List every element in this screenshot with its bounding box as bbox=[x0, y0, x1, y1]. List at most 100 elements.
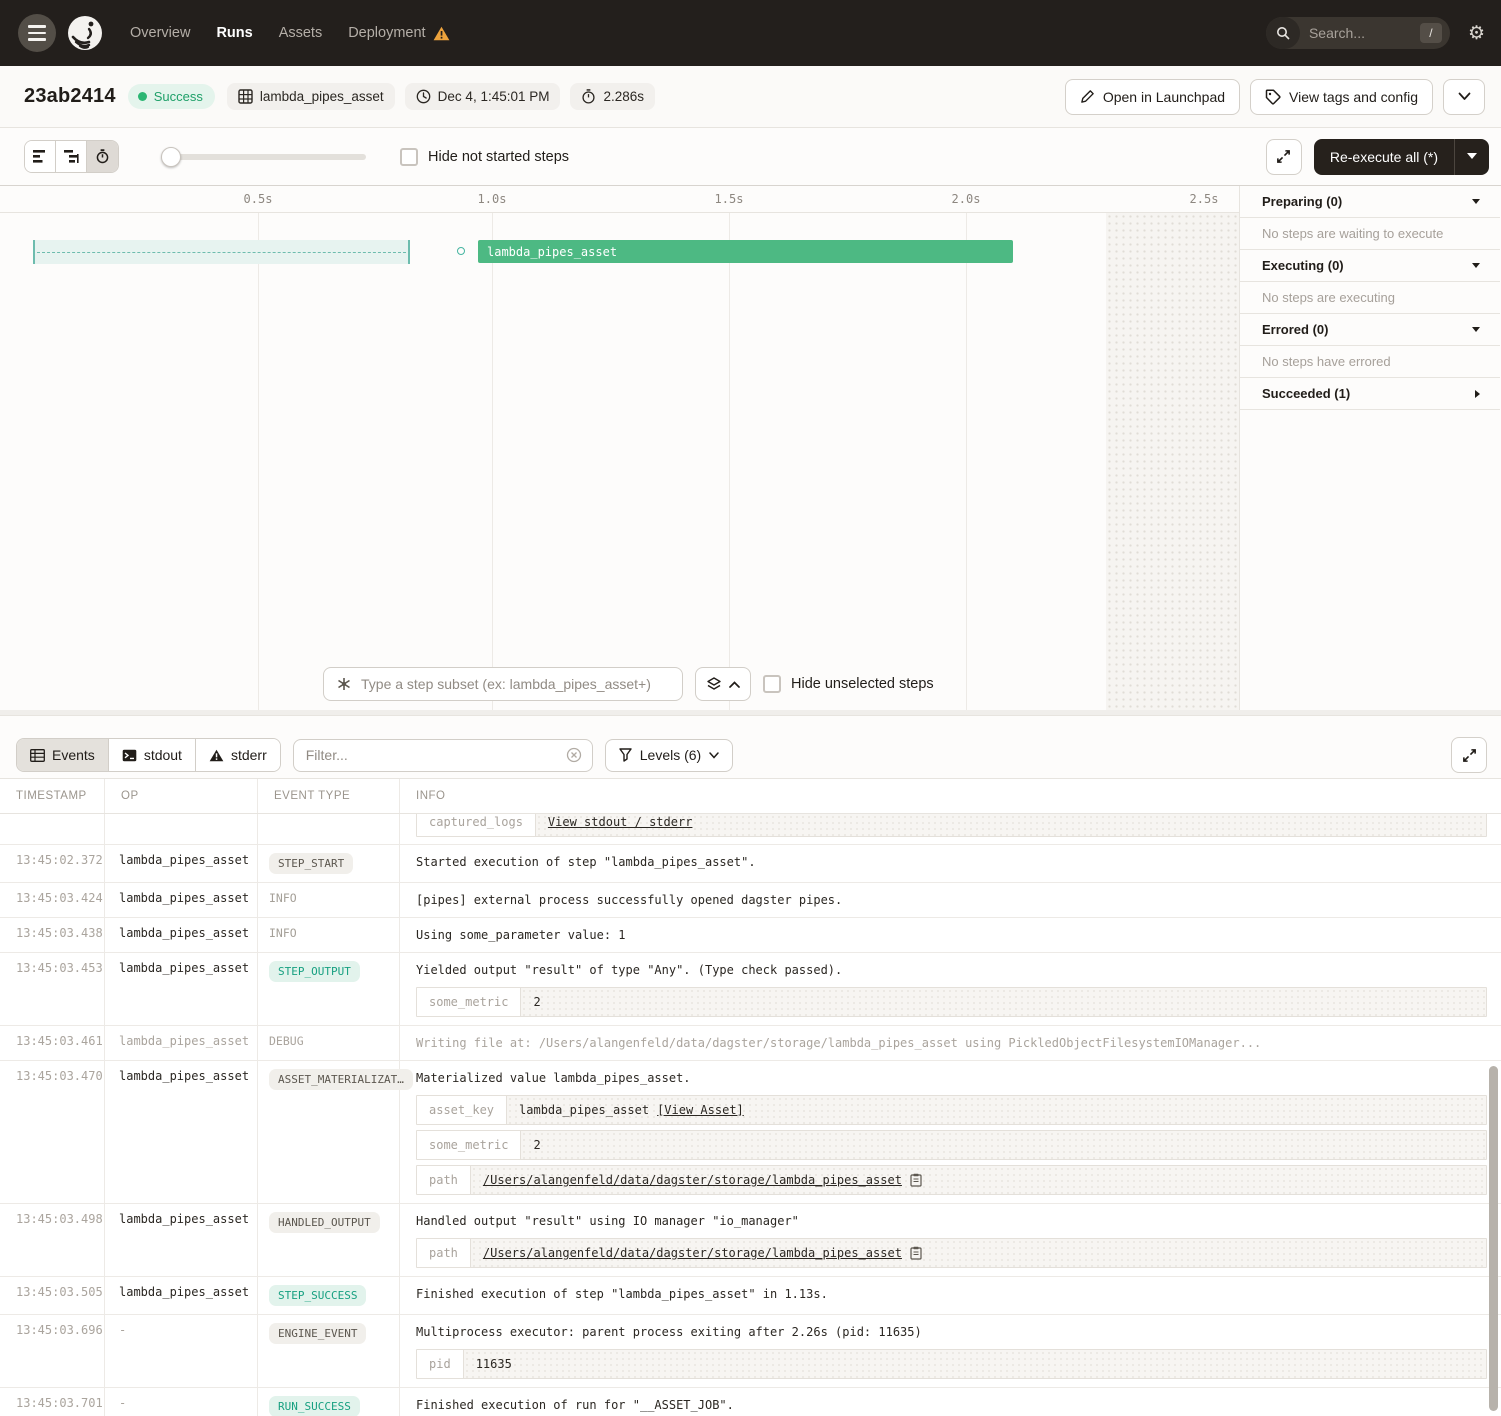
axis-tick-label: 1.5s bbox=[715, 192, 744, 206]
view-asset-link[interactable]: [View Asset] bbox=[657, 1101, 744, 1119]
log-row[interactable]: 13:45:03.461lambda_pipes_assetDEBUGWriti… bbox=[0, 1026, 1501, 1061]
sidebar-section-succeeded[interactable]: Succeeded (1) bbox=[1240, 378, 1500, 410]
log-info: Using some_parameter value: 1 bbox=[400, 918, 1501, 952]
dagster-run-page: Overview Runs Assets Deployment Search... /… bbox=[0, 0, 1501, 1416]
settings-gear-icon[interactable]: ⚙ bbox=[1468, 24, 1485, 43]
log-filter-placeholder: Filter... bbox=[306, 747, 566, 763]
sidebar-section-executing[interactable]: Executing (0) bbox=[1240, 250, 1500, 282]
log-row[interactable]: 13:45:03.424lambda_pipes_assetINFO[pipes… bbox=[0, 883, 1501, 918]
layers-icon bbox=[707, 677, 721, 692]
graph-options-button[interactable] bbox=[695, 667, 751, 701]
gantt-and-sidebar: 0.5s1.0s1.5s2.0s2.5s lambda_pipes_asset … bbox=[0, 185, 1501, 710]
hide-unselected-checkbox[interactable] bbox=[763, 675, 781, 693]
metadata-list: path/Users/alangenfeld/data/dagster/stor… bbox=[416, 1238, 1487, 1268]
search-placeholder: Search... bbox=[1309, 25, 1420, 41]
levels-filter-button[interactable]: Levels (6) bbox=[605, 739, 733, 772]
log-event-type: INFO bbox=[258, 918, 400, 952]
run-tag[interactable]: Dec 4, 1:45:01 PM bbox=[405, 83, 561, 110]
log-op: lambda_pipes_asset bbox=[105, 953, 258, 1025]
log-event-type bbox=[258, 814, 400, 844]
run-more-actions-button[interactable] bbox=[1443, 79, 1485, 115]
log-row[interactable]: 13:45:03.470lambda_pipes_assetASSET_MATE… bbox=[0, 1061, 1501, 1204]
log-message: Finished execution of step "lambda_pipes… bbox=[416, 1285, 1487, 1303]
run-tag[interactable]: lambda_pipes_asset bbox=[227, 83, 395, 110]
log-op: - bbox=[105, 1315, 258, 1387]
gantt-zoom-slider[interactable] bbox=[161, 147, 366, 167]
metadata-value: lambda_pipes_asset[View Asset] bbox=[507, 1096, 1486, 1124]
clear-filter-icon[interactable] bbox=[566, 747, 582, 763]
sidebar-section-title: Errored (0) bbox=[1262, 322, 1328, 337]
event-type-text: INFO bbox=[269, 926, 297, 940]
log-filter-input[interactable]: Filter... bbox=[293, 739, 593, 772]
metadata-entry: path/Users/alangenfeld/data/dagster/stor… bbox=[416, 1165, 1487, 1195]
step-status-sidebar: Preparing (0)No steps are waiting to exe… bbox=[1240, 186, 1500, 710]
log-row[interactable]: 13:45:03.701-RUN_SUCCESSFinished executi… bbox=[0, 1388, 1501, 1416]
log-fullscreen-button[interactable] bbox=[1451, 737, 1487, 773]
log-tab-stdout[interactable]: stdout bbox=[109, 739, 196, 771]
nav-item-overview[interactable]: Overview bbox=[130, 25, 190, 41]
gantt-step-bar[interactable]: lambda_pipes_asset bbox=[478, 240, 1013, 263]
hide-not-started-control: Hide not started steps bbox=[400, 148, 569, 166]
log-column-header: TIMESTAMP bbox=[0, 779, 105, 813]
copy-clipboard-icon[interactable] bbox=[910, 1246, 922, 1260]
copy-clipboard-icon[interactable] bbox=[910, 1173, 922, 1187]
open-in-launchpad-button[interactable]: Open in Launchpad bbox=[1065, 79, 1240, 115]
log-info: Yielded output "result" of type "Any". (… bbox=[400, 953, 1501, 1025]
search-input[interactable]: Search... / bbox=[1266, 17, 1450, 49]
reexecute-options-button[interactable] bbox=[1454, 139, 1489, 175]
log-message: Writing file at: /Users/alangenfeld/data… bbox=[416, 1034, 1487, 1052]
nav-item-runs[interactable]: Runs bbox=[216, 25, 252, 41]
metadata-key: pid bbox=[417, 1350, 464, 1378]
view-tags-config-button[interactable]: View tags and config bbox=[1250, 79, 1433, 115]
timed-view-button[interactable] bbox=[87, 141, 118, 172]
dagster-logo-icon[interactable] bbox=[64, 12, 106, 54]
sidebar-section-errored[interactable]: Errored (0) bbox=[1240, 314, 1500, 346]
status-badge[interactable]: Success bbox=[128, 84, 215, 109]
log-timestamp: 13:45:03.424 bbox=[0, 883, 105, 917]
log-column-header: OP bbox=[105, 779, 258, 813]
sidebar-section-body: No steps are executing bbox=[1240, 282, 1500, 314]
step-subset-input[interactable]: Type a step subset (ex: lambda_pipes_ass… bbox=[323, 667, 683, 701]
metadata-value-link[interactable]: View stdout / stderr bbox=[548, 814, 693, 831]
copy-clipboard-icon[interactable] bbox=[910, 1246, 922, 1260]
hide-not-started-label: Hide not started steps bbox=[428, 149, 569, 165]
gantt-fullscreen-button[interactable] bbox=[1266, 139, 1302, 175]
log-row[interactable]: 13:45:02.372lambda_pipes_assetSTEP_START… bbox=[0, 845, 1501, 883]
metadata-value-link[interactable]: /Users/alangenfeld/data/dagster/storage/… bbox=[483, 1171, 902, 1189]
slider-handle[interactable] bbox=[161, 147, 181, 167]
log-row[interactable]: 13:45:03.696-ENGINE_EVENTMultiprocess ex… bbox=[0, 1315, 1501, 1388]
log-row[interactable]: captured_logsView stdout / stderr bbox=[0, 814, 1501, 845]
flat-view-button[interactable] bbox=[25, 141, 56, 172]
metadata-value: View stdout / stderr bbox=[536, 814, 1486, 836]
log-scrollbar[interactable] bbox=[1489, 1066, 1498, 1411]
log-timestamp bbox=[0, 814, 105, 844]
sidebar-section-preparing[interactable]: Preparing (0) bbox=[1240, 186, 1500, 218]
log-row[interactable]: 13:45:03.498lambda_pipes_assetHANDLED_OU… bbox=[0, 1204, 1501, 1277]
run-tag-label: 2.286s bbox=[603, 89, 644, 104]
waterfall-view-button[interactable] bbox=[56, 141, 87, 172]
log-row[interactable]: 13:45:03.505lambda_pipes_assetSTEP_SUCCE… bbox=[0, 1277, 1501, 1315]
log-info: Materialized value lambda_pipes_asset.as… bbox=[400, 1061, 1501, 1203]
log-tab-stderr[interactable]: stderr bbox=[196, 739, 280, 771]
log-event-type: ASSET_MATERIALIZAT… bbox=[258, 1061, 400, 1203]
log-table-header: TIMESTAMPOPEVENT TYPEINFO bbox=[0, 779, 1501, 814]
nav-item-deployment[interactable]: Deployment bbox=[348, 25, 449, 41]
log-tab-events[interactable]: Events bbox=[17, 739, 109, 771]
pencil-icon bbox=[1080, 89, 1095, 104]
primary-nav: Overview Runs Assets Deployment bbox=[130, 25, 450, 41]
hamburger-menu-button[interactable] bbox=[18, 14, 56, 52]
run-tag[interactable]: 2.286s bbox=[570, 83, 655, 110]
log-message: Multiprocess executor: parent process ex… bbox=[416, 1323, 1487, 1341]
log-op: lambda_pipes_asset bbox=[105, 883, 258, 917]
nav-item-assets[interactable]: Assets bbox=[279, 25, 323, 41]
copy-clipboard-icon[interactable] bbox=[910, 1173, 922, 1187]
log-row[interactable]: 13:45:03.438lambda_pipes_assetINFOUsing … bbox=[0, 918, 1501, 953]
event-type-text: DEBUG bbox=[269, 1034, 304, 1048]
reexecute-all-button[interactable]: Re-execute all (*) bbox=[1314, 139, 1454, 175]
metadata-value-link[interactable]: /Users/alangenfeld/data/dagster/storage/… bbox=[483, 1244, 902, 1262]
hide-not-started-checkbox[interactable] bbox=[400, 148, 418, 166]
stderr-warning-icon bbox=[209, 749, 224, 762]
log-row[interactable]: 13:45:03.453lambda_pipes_assetSTEP_OUTPU… bbox=[0, 953, 1501, 1026]
panel-splitter[interactable] bbox=[0, 710, 1501, 732]
events-table-icon bbox=[30, 749, 45, 762]
